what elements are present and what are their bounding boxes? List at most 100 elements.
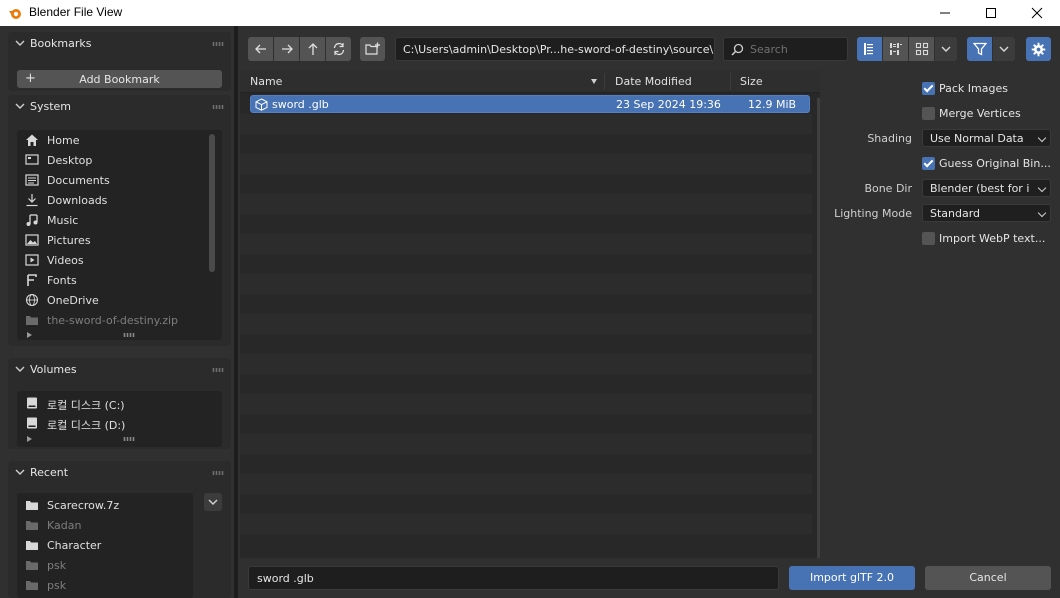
chevron-down-icon (15, 103, 25, 109)
column-size[interactable]: Size (740, 75, 763, 88)
view-horizontal-list-button[interactable] (883, 37, 908, 61)
volumes-panel: Volumes 로컬 디스크 (C:) 로컬 디스크 (D:) (8, 358, 231, 449)
lighting-mode-label: Lighting Mode (834, 207, 912, 220)
volumes-header[interactable]: Volumes (8, 358, 231, 382)
merge-vertices-checkbox[interactable] (922, 107, 935, 120)
chevron-down-icon (15, 366, 25, 372)
file-size: 12.9 MiB (748, 98, 797, 111)
desktop-icon (25, 154, 39, 165)
directory-path-input[interactable]: C:\Users\admin\Desktop\Pr...he-sword-of-… (395, 37, 715, 61)
back-button[interactable] (248, 37, 273, 61)
bookmarks-header[interactable]: Bookmarks (8, 32, 231, 56)
recent-item[interactable]: Scarecrow.7z (17, 495, 193, 515)
sidebar-item-fonts[interactable]: Fonts (17, 270, 222, 290)
sidebar-item-desktop[interactable]: Desktop (17, 150, 222, 170)
drag-grip-icon[interactable] (212, 471, 224, 475)
resize-grip-icon[interactable] (123, 333, 135, 337)
sort-descending-icon[interactable] (591, 79, 597, 84)
add-bookmark-button[interactable]: + Add Bookmark (17, 70, 222, 88)
filter-toggle-button[interactable] (967, 37, 992, 61)
column-separator[interactable] (730, 73, 731, 90)
add-bookmark-label: Add Bookmark (79, 73, 160, 86)
recent-list: Scarecrow.7z Kadan Character psk psk (17, 493, 193, 598)
documents-icon (25, 174, 39, 186)
recent-item[interactable]: Kadan (17, 515, 193, 535)
file-list: Name Date Modified Size sword .glb 23 Se… (240, 70, 820, 558)
drag-grip-icon[interactable] (212, 105, 224, 109)
system-panel: System Home Desktop Documents Downloads (8, 95, 231, 346)
refresh-button[interactable] (326, 37, 351, 61)
column-name[interactable]: Name (250, 75, 282, 88)
parent-directory-button[interactable] (300, 37, 325, 61)
close-icon (1031, 7, 1043, 19)
recent-item[interactable]: psk (17, 575, 193, 595)
downloads-icon (26, 194, 38, 207)
sidebar-item-videos[interactable]: Videos (17, 250, 222, 270)
system-scrollbar[interactable] (209, 134, 215, 272)
sidebar-item-onedrive[interactable]: OneDrive (17, 290, 222, 310)
file-row-sword-glb[interactable]: sword .glb 23 Sep 2024 19:36 12.9 MiB (250, 95, 810, 113)
sidebar-item-pictures[interactable]: Pictures (17, 230, 222, 250)
file-date: 23 Sep 2024 19:36 (616, 98, 721, 111)
bookmarks-panel: Bookmarks + Add Bookmark (8, 32, 231, 91)
new-folder-button[interactable] (360, 37, 385, 61)
column-date-modified[interactable]: Date Modified (615, 75, 692, 88)
mesh-cube-icon (255, 98, 268, 111)
recent-title: Recent (30, 466, 69, 479)
recent-options-button[interactable] (204, 493, 222, 511)
sidebar-item-drive-d[interactable]: 로컬 디스크 (D:) (17, 413, 222, 433)
search-input[interactable]: Search (723, 37, 848, 61)
maximize-button[interactable] (968, 0, 1014, 26)
minimize-icon (940, 12, 950, 14)
folder-icon (26, 541, 38, 550)
options-toggle-button[interactable] (1026, 37, 1051, 61)
grid-icon (915, 42, 928, 56)
sidebar-item-music[interactable]: Music (17, 210, 222, 230)
view-thumbnails-button[interactable] (909, 37, 934, 61)
folder-icon (26, 501, 38, 510)
filter-settings-dropdown[interactable] (993, 37, 1015, 61)
import-webp-checkbox[interactable] (922, 232, 935, 245)
shading-dropdown[interactable]: Use Normal Data (922, 129, 1051, 147)
display-settings-dropdown[interactable] (935, 37, 957, 61)
column-separator[interactable] (604, 73, 605, 90)
resize-grip-icon[interactable] (123, 437, 135, 441)
drag-grip-icon[interactable] (212, 368, 224, 372)
system-header[interactable]: System (8, 95, 231, 119)
drag-grip-icon[interactable] (212, 42, 224, 46)
maximize-icon (986, 8, 996, 18)
forward-button[interactable] (274, 37, 299, 61)
list-view-icon (863, 43, 873, 55)
import-button[interactable]: Import glTF 2.0 (789, 566, 915, 590)
system-list: Home Desktop Documents Downloads Music P… (17, 130, 222, 340)
recent-item[interactable]: psk (17, 555, 193, 575)
bone-dir-dropdown[interactable]: Blender (best for i... (922, 179, 1051, 197)
view-vertical-list-button[interactable] (857, 37, 882, 61)
sidebar-item-documents[interactable]: Documents (17, 170, 222, 190)
sidebar-item-home[interactable]: Home (17, 130, 222, 150)
close-button[interactable] (1014, 0, 1060, 26)
disk-drive-icon (27, 397, 37, 409)
guess-bind-pose-label: Guess Original Bin... (939, 157, 1051, 170)
cancel-button[interactable]: Cancel (925, 566, 1051, 590)
blender-logo-icon (9, 9, 21, 19)
expand-arrow-icon[interactable] (27, 436, 32, 442)
filename-input[interactable]: sword .glb (248, 566, 779, 590)
file-browser: C:\Users\admin\Desktop\Pr...he-sword-of-… (238, 26, 1060, 598)
globe-icon (25, 293, 39, 307)
pack-images-checkbox[interactable] (922, 82, 935, 95)
recent-header[interactable]: Recent (8, 461, 231, 485)
guess-bind-pose-checkbox[interactable] (922, 157, 935, 170)
recent-item[interactable]: Character (17, 535, 193, 555)
sidebar-item-sword-zip[interactable]: the-sword-of-destiny.zip (17, 310, 222, 330)
import-webp-label: Import WebP text... (939, 232, 1046, 245)
system-title: System (30, 100, 72, 113)
sidebar-item-drive-c[interactable]: 로컬 디스크 (C:) (17, 393, 222, 413)
pictures-icon (25, 234, 39, 246)
sidebar-item-downloads[interactable]: Downloads (17, 190, 222, 210)
minimize-button[interactable] (922, 0, 968, 26)
file-name: sword .glb (272, 98, 329, 111)
expand-arrow-icon[interactable] (27, 332, 32, 338)
file-list-header: Name Date Modified Size (240, 70, 820, 93)
lighting-mode-dropdown[interactable]: Standard (922, 204, 1051, 222)
